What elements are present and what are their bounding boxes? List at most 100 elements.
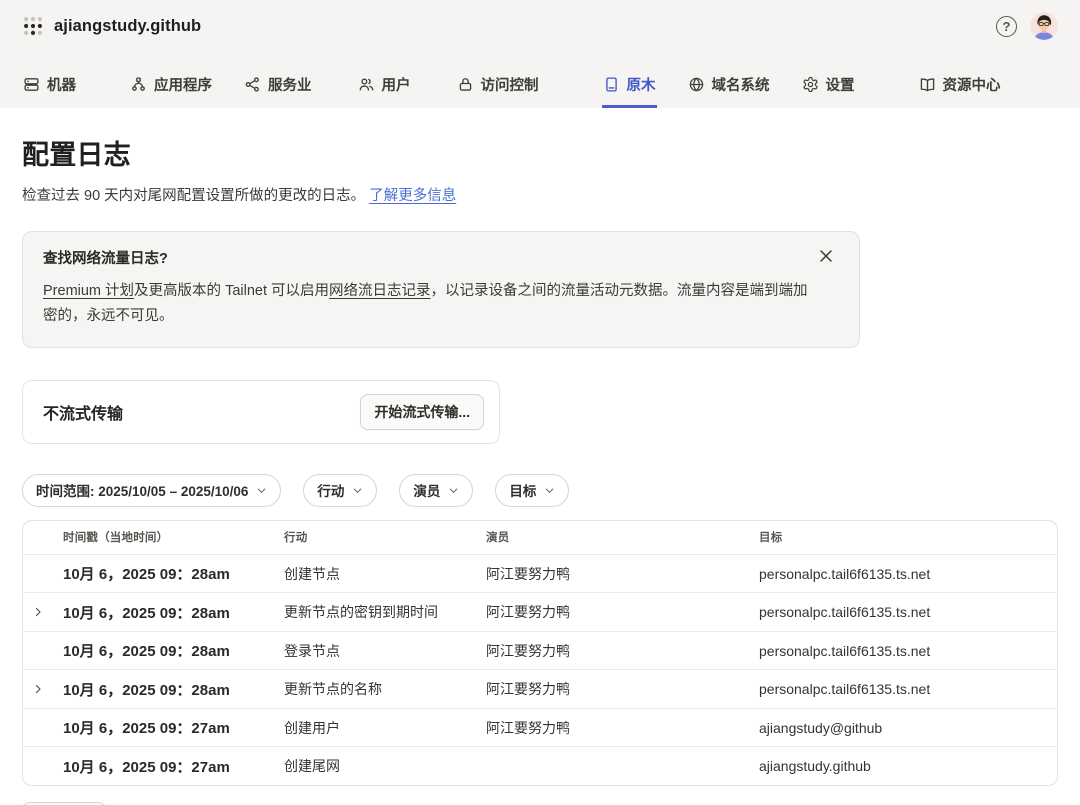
table-row: 10月 6，2025 09：28am 更新节点的密钥到期时间 阿江要努力鸭 pe… xyxy=(23,592,1057,631)
row-action: 登录节点 xyxy=(284,641,486,661)
learn-more-link[interactable]: 了解更多信息 xyxy=(369,188,456,204)
nav-services[interactable]: 服务业 xyxy=(243,64,313,108)
row-actor: 阿江要努力鸭 xyxy=(486,564,759,584)
row-timestamp: 10月 6，2025 09：28am xyxy=(63,640,284,661)
target-filter-label: 目标 xyxy=(509,480,536,500)
chevron-right-icon xyxy=(32,606,44,618)
row-timestamp: 10月 6，2025 09：28am xyxy=(63,679,284,700)
table-body: 10月 6，2025 09：28am 创建节点 阿江要努力鸭 personalp… xyxy=(23,554,1057,785)
row-timestamp: 10月 6，2025 09：27am xyxy=(63,717,284,738)
machines-icon xyxy=(23,76,40,93)
target-column-header: 目标 xyxy=(759,529,1057,545)
page-description-text: 检查过去 90 天内对尾网配置设置所做的更改的日志。 xyxy=(22,188,365,204)
chevron-down-icon xyxy=(544,485,555,496)
nav-resources-label: 资源中心 xyxy=(943,74,1001,95)
actor-filter[interactable]: 演员 xyxy=(399,474,473,507)
main-content: 配置日志 检查过去 90 天内对尾网配置设置所做的更改的日志。 了解更多信息 查… xyxy=(0,133,1080,805)
row-actor: 阿江要努力鸭 xyxy=(486,679,759,699)
action-filter[interactable]: 行动 xyxy=(303,474,377,507)
nav-resources[interactable]: 资源中心 xyxy=(918,64,1002,108)
row-actor: 阿江要努力鸭 xyxy=(486,602,759,622)
row-action: 更新节点的名称 xyxy=(284,679,486,699)
chevron-down-icon xyxy=(352,485,363,496)
row-action: 创建尾网 xyxy=(284,756,486,776)
table-row: 10月 6，2025 09：27am 创建用户 阿江要努力鸭 ajiangstu… xyxy=(23,708,1057,747)
nav-machines-label: 机器 xyxy=(47,74,76,95)
target-filter[interactable]: 目标 xyxy=(495,474,569,507)
nav-users-label: 用户 xyxy=(382,74,411,95)
help-icon[interactable]: ? xyxy=(996,16,1017,37)
apps-icon xyxy=(130,76,147,93)
row-timestamp: 10月 6，2025 09：28am xyxy=(63,563,284,584)
nav-services-label: 服务业 xyxy=(268,74,312,95)
actor-column-header: 演员 xyxy=(486,529,759,545)
nav-settings[interactable]: 设置 xyxy=(801,64,856,108)
notice-body: Premium 计划及更高版本的 Tailnet 可以启用网络流日志记录，以记录… xyxy=(43,279,839,329)
time-range-filter[interactable]: 时间范围: 2025/10/05 – 2025/10/06 xyxy=(22,474,281,507)
chevron-down-icon xyxy=(256,485,267,496)
row-target: personalpc.tail6f6135.ts.net xyxy=(759,604,1057,620)
action-filter-label: 行动 xyxy=(317,480,344,500)
services-icon xyxy=(244,76,261,93)
row-action: 更新节点的密钥到期时间 xyxy=(284,602,486,622)
org-name[interactable]: ajiangstudy.github xyxy=(54,17,201,36)
row-target: ajiangstudy@github xyxy=(759,720,1057,736)
action-column-header: 行动 xyxy=(284,529,486,545)
lock-icon xyxy=(457,76,474,93)
config-log-table: 时间戳（当地时间） 行动 演员 目标 10月 6，2025 09：28am 创建… xyxy=(22,520,1058,786)
primary-nav: 机器 应用程序 服务业 xyxy=(22,44,1058,108)
header-row: ajiangstudy.github ? xyxy=(22,8,1058,44)
premium-plan-link[interactable]: Premium 计划 xyxy=(43,283,134,299)
nav-logs[interactable]: 原木 xyxy=(602,64,657,108)
row-expander[interactable] xyxy=(23,683,63,695)
nav-apps[interactable]: 应用程序 xyxy=(129,64,213,108)
gear-icon xyxy=(802,76,819,93)
row-timestamp: 10月 6，2025 09：28am xyxy=(63,602,284,623)
row-action: 创建节点 xyxy=(284,564,486,584)
close-icon[interactable] xyxy=(817,247,835,265)
tailscale-logo-icon xyxy=(22,15,44,37)
row-action: 创建用户 xyxy=(284,718,486,738)
row-actor: 阿江要努力鸭 xyxy=(486,641,759,661)
nav-logs-label: 原木 xyxy=(627,74,656,95)
nav-machines[interactable]: 机器 xyxy=(22,64,77,108)
nav-dns-label: 域名系统 xyxy=(712,74,770,95)
users-icon xyxy=(358,76,375,93)
globe-icon xyxy=(688,76,705,93)
row-expander[interactable] xyxy=(23,606,63,618)
page-description: 检查过去 90 天内对尾网配置设置所做的更改的日志。 了解更多信息 xyxy=(22,184,1058,205)
filter-bar: 时间范围: 2025/10/05 – 2025/10/06 行动 演员 目标 xyxy=(22,474,1058,507)
network-flow-logs-notice: 查找网络流量日志? Premium 计划及更高版本的 Tailnet 可以启用网… xyxy=(22,231,860,348)
row-target: ajiangstudy.github xyxy=(759,758,1057,774)
table-row: 10月 6，2025 09：28am 创建节点 阿江要努力鸭 personalp… xyxy=(23,554,1057,593)
flow-logging-link[interactable]: 网络流日志记录 xyxy=(329,283,431,299)
nav-dns[interactable]: 域名系统 xyxy=(687,64,771,108)
actor-filter-label: 演员 xyxy=(413,480,440,500)
nav-users[interactable]: 用户 xyxy=(357,64,412,108)
start-streaming-button[interactable]: 开始流式传输... xyxy=(360,394,484,430)
nav-access-controls[interactable]: 访问控制 xyxy=(456,64,540,108)
nav-settings-label: 设置 xyxy=(826,74,855,95)
page-title: 配置日志 xyxy=(22,133,1058,172)
notice-title: 查找网络流量日志? xyxy=(43,247,168,268)
avatar[interactable] xyxy=(1030,12,1058,40)
table-row: 10月 6，2025 09：28am 更新节点的名称 阿江要努力鸭 person… xyxy=(23,669,1057,708)
chevron-right-icon xyxy=(32,683,44,695)
table-row: 10月 6，2025 09：27am 创建尾网 ajiangstudy.gith… xyxy=(23,746,1057,785)
row-actor: 阿江要努力鸭 xyxy=(486,718,759,738)
open-book-icon xyxy=(919,76,936,93)
time-range-filter-label: 时间范围: 2025/10/05 – 2025/10/06 xyxy=(36,480,248,500)
logs-icon xyxy=(603,76,620,93)
timestamp-column-header: 时间戳（当地时间） xyxy=(63,529,284,545)
nav-access-controls-label: 访问控制 xyxy=(481,74,539,95)
chevron-down-icon xyxy=(448,485,459,496)
top-bar: ajiangstudy.github ? xyxy=(0,0,1080,108)
streaming-status: 不流式传输 xyxy=(43,400,123,424)
header-actions: ? xyxy=(996,12,1058,40)
log-streaming-card: 不流式传输 开始流式传输... xyxy=(22,380,500,444)
row-target: personalpc.tail6f6135.ts.net xyxy=(759,681,1057,697)
table-header: 时间戳（当地时间） 行动 演员 目标 xyxy=(23,521,1057,554)
notice-text-1: 及更高版本的 Tailnet 可以启用 xyxy=(134,283,329,299)
row-target: personalpc.tail6f6135.ts.net xyxy=(759,643,1057,659)
nav-apps-label: 应用程序 xyxy=(154,74,212,95)
